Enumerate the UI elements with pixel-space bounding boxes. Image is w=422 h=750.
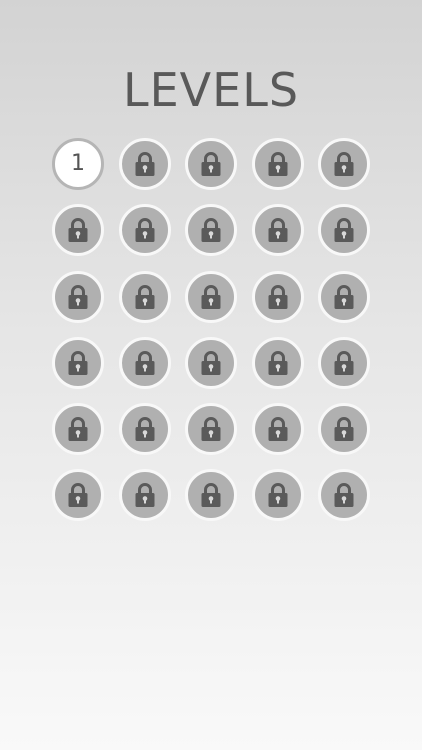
lock-icon — [200, 151, 222, 177]
lock-icon — [200, 350, 222, 376]
level-button-locked[interactable] — [251, 138, 304, 190]
lock-icon — [333, 151, 355, 177]
level-button-locked[interactable] — [118, 336, 171, 389]
page-title: LEVELS — [122, 63, 300, 117]
level-grid: 1 — [52, 138, 370, 522]
lock-icon — [267, 284, 289, 310]
level-button-locked[interactable] — [251, 469, 304, 522]
level-button-locked[interactable] — [118, 270, 171, 323]
lock-icon — [134, 217, 156, 243]
level-button-locked[interactable] — [318, 138, 370, 190]
level-button-locked[interactable] — [185, 138, 237, 190]
lock-icon — [267, 416, 289, 442]
level-button-locked[interactable] — [52, 270, 104, 323]
lock-icon — [67, 284, 89, 310]
lock-icon — [333, 416, 355, 442]
lock-icon — [200, 482, 222, 508]
lock-icon — [67, 416, 89, 442]
level-button-locked[interactable] — [251, 336, 304, 389]
level-button-locked[interactable] — [251, 403, 304, 456]
level-button-locked[interactable] — [52, 336, 104, 389]
lock-icon — [333, 482, 355, 508]
level-button-locked[interactable] — [185, 270, 237, 323]
level-button-locked[interactable] — [318, 469, 370, 522]
lock-icon — [67, 350, 89, 376]
lock-icon — [267, 350, 289, 376]
level-button-locked[interactable] — [185, 336, 237, 389]
level-button-locked[interactable] — [185, 469, 237, 522]
lock-icon — [200, 416, 222, 442]
lock-icon — [134, 350, 156, 376]
level-button-locked[interactable] — [118, 403, 171, 456]
lock-icon — [200, 284, 222, 310]
lock-icon — [267, 217, 289, 243]
level-button-locked[interactable] — [251, 270, 304, 323]
level-button-locked[interactable] — [118, 138, 171, 190]
lock-icon — [134, 482, 156, 508]
level-button-locked[interactable] — [251, 204, 304, 257]
lock-icon — [134, 284, 156, 310]
level-button-locked[interactable] — [318, 336, 370, 389]
lock-icon — [333, 350, 355, 376]
level-button-locked[interactable] — [118, 204, 171, 257]
lock-icon — [134, 416, 156, 442]
lock-icon — [267, 151, 289, 177]
level-button-locked[interactable] — [185, 204, 237, 257]
level-button-locked[interactable] — [118, 469, 171, 522]
level-button-locked[interactable] — [185, 403, 237, 456]
level-button-locked[interactable] — [52, 403, 104, 456]
lock-icon — [67, 482, 89, 508]
level-button[interactable]: 1 — [52, 138, 104, 190]
lock-icon — [67, 217, 89, 243]
lock-icon — [200, 217, 222, 243]
lock-icon — [267, 482, 289, 508]
lock-icon — [134, 151, 156, 177]
level-button-locked[interactable] — [318, 204, 370, 257]
level-button-locked[interactable] — [318, 270, 370, 323]
level-number: 1 — [71, 151, 85, 176]
lock-icon — [333, 284, 355, 310]
lock-icon — [333, 217, 355, 243]
level-button-locked[interactable] — [52, 469, 104, 522]
level-button-locked[interactable] — [52, 204, 104, 257]
level-button-locked[interactable] — [318, 403, 370, 456]
